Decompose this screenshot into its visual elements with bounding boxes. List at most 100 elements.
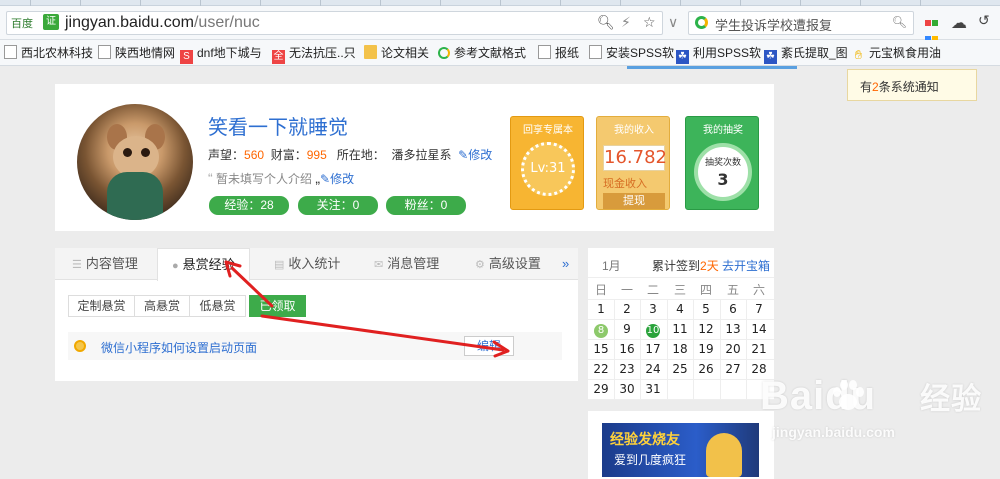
bookmark-folder[interactable]: 论文相关 <box>364 44 429 61</box>
calendar-day[interactable]: 12 <box>693 320 719 339</box>
edit-location-link[interactable]: ✎修改 <box>458 148 492 162</box>
search-input[interactable]: 学生投诉学校遭报复 <box>715 15 832 34</box>
following-pill[interactable]: 关注：0 <box>298 196 378 215</box>
sync-icon[interactable]: ↺ <box>978 13 990 29</box>
calendar-day[interactable]: 13 <box>720 320 746 339</box>
coin-icon: ● <box>172 260 179 272</box>
doc-icon: ▤ <box>274 259 285 271</box>
bookmark-item[interactable]: ☘ 紊氏提取_图 <box>764 44 848 64</box>
doc-icon <box>538 45 551 59</box>
income-card[interactable]: 我的收入 16.782 现金收入 提现 <box>596 116 670 210</box>
lightning-icon[interactable]: ⚡︎ <box>621 15 631 31</box>
bookmark-item[interactable]: 全无法抗压..只 <box>272 44 356 64</box>
bookmark-item[interactable]: Sdnf地下城与 <box>180 44 262 64</box>
calendar-day[interactable]: 30 <box>614 380 640 399</box>
calendar-day[interactable]: 21 <box>746 340 772 359</box>
bookmark-item[interactable]: ☘ 利用SPSS软 <box>676 44 761 64</box>
open-treasure-link[interactable]: 去开宝箱 <box>722 257 770 274</box>
calendar-day[interactable]: 26 <box>693 360 719 379</box>
username[interactable]: 笑看一下就睡觉 <box>208 111 348 140</box>
bookmark-item[interactable]: 参考文献格式 <box>438 44 526 61</box>
weekday-label: 六 <box>752 283 765 297</box>
weekday-label: 一 <box>620 283 633 297</box>
calendar-gridline <box>746 299 747 400</box>
calendar-day[interactable]: 20 <box>720 340 746 359</box>
subtab-high-reward[interactable]: 高悬赏 <box>134 295 190 317</box>
vip-card[interactable]: 回享专属本 Lv:31 <box>510 116 584 210</box>
chevron-down-icon[interactable]: ∨ <box>668 15 678 31</box>
bookmark-item[interactable]: 陕西地情网 <box>98 44 175 61</box>
calendar-day[interactable]: 27 <box>720 360 746 379</box>
calendar-day[interactable]: 7 <box>746 300 772 319</box>
calendar-month[interactable]: 1月 <box>602 257 621 274</box>
promo-image[interactable]: 经验发烧友 爱到几度疯狂 <box>602 423 759 477</box>
followers-pill[interactable]: 粉丝：0 <box>386 196 466 215</box>
calendar-day[interactable]: 11 <box>667 320 693 339</box>
calendar-day[interactable]: 9 <box>614 320 640 339</box>
weekday-label: 五 <box>726 283 739 297</box>
calendar-day[interactable]: 14 <box>746 320 772 339</box>
tab-content-management[interactable]: ☰ 内容管理 <box>72 248 138 280</box>
character-figure <box>706 433 742 477</box>
calendar-day[interactable]: 1 <box>588 300 614 319</box>
certificate-icon[interactable]: 证 <box>43 14 59 30</box>
calendar-day[interactable]: 4 <box>667 300 693 319</box>
withdraw-button[interactable]: 提现 <box>603 193 665 209</box>
calendar-day[interactable]: 31 <box>640 380 666 399</box>
calendar-day[interactable]: 5 <box>693 300 719 319</box>
more-tabs-button[interactable]: » <box>562 248 569 280</box>
search-box[interactable]: 学生投诉学校遭报复 🔍︎ <box>688 11 914 35</box>
calendar-day[interactable]: 29 <box>588 380 614 399</box>
tab-income-stats[interactable]: ▤ 收入统计 <box>274 248 340 280</box>
calendar-gridline <box>588 359 774 360</box>
address-bar[interactable]: 百度 证 jingyan.baidu.com/user/nuc 🔍︎ ⚡︎ ☆ <box>6 11 663 35</box>
experience-pill[interactable]: 经验：28 <box>209 196 289 215</box>
tab-reward-experience[interactable]: ● 悬赏经验 <box>157 248 250 281</box>
bookmark-item[interactable]: 西北农林科技 <box>4 44 93 61</box>
search-icon[interactable]: 🔍︎ <box>597 15 615 31</box>
calendar-day[interactable]: 22 <box>588 360 614 379</box>
promo-banner[interactable]: 经验发烧友 爱到几度疯狂 <box>588 411 774 479</box>
calendar-day[interactable]: 15 <box>588 340 614 359</box>
calendar-gridline <box>588 399 774 400</box>
bookmark-item[interactable]: ✋︎ 元宝枫食用油 <box>852 44 941 62</box>
subtab-low-reward[interactable]: 低悬赏 <box>189 295 246 317</box>
lottery-card[interactable]: 我的抽奖 抽奖次数 3 <box>685 116 759 210</box>
calendar-day[interactable]: 17 <box>640 340 666 359</box>
calendar-day[interactable]: 2 <box>614 300 640 319</box>
calendar-day[interactable]: 6 <box>720 300 746 319</box>
system-notice-popup[interactable]: 有2条系统通知 <box>847 69 977 101</box>
url-text[interactable]: jingyan.baidu.com/user/nuc <box>65 14 260 32</box>
signin-count: 累计签到2天 <box>652 259 719 273</box>
task-title-link[interactable]: 微信小程序如何设置启动页面 <box>101 339 257 356</box>
calendar-day[interactable]: 25 <box>667 360 693 379</box>
calendar-day[interactable]: 3 <box>640 300 666 319</box>
list-item: 微信小程序如何设置启动页面 编辑 <box>68 332 562 360</box>
calendar-day[interactable]: 16 <box>614 340 640 359</box>
star-icon[interactable]: ☆ <box>643 15 656 31</box>
calendar-day[interactable]: 19 <box>693 340 719 359</box>
calendar-day[interactable]: 23 <box>614 360 640 379</box>
cloud-icon[interactable]: ☁︎ <box>951 13 967 32</box>
search-button-icon[interactable]: 🔍︎ <box>892 15 907 29</box>
tab-bar: ☰ 内容管理 ● 悬赏经验 ▤ 收入统计 ✉ 消息管理 ⚙ 高级设置 » <box>55 248 578 281</box>
calendar-day[interactable]: 18 <box>667 340 693 359</box>
bookmark-item[interactable]: 报纸 <box>538 44 579 61</box>
lottery-count: 抽奖次数 3 <box>694 143 752 201</box>
subtab-custom-reward[interactable]: 定制悬赏 <box>68 295 135 317</box>
calendar-day[interactable]: 10 <box>640 320 666 339</box>
calendar-day[interactable]: 24 <box>640 360 666 379</box>
baidu-watermark: Baidu 经验 jingyan.baidu.com <box>760 374 983 440</box>
tab-message-management[interactable]: ✉ 消息管理 <box>374 248 439 280</box>
edit-intro-link[interactable]: ✎修改 <box>320 172 354 186</box>
profile-stats: 声望：560 财富：995 所在地： 潘多拉星系 ✎修改 <box>208 148 493 162</box>
mail-icon: ✉ <box>374 259 384 271</box>
edit-button[interactable]: 编辑 <box>464 336 514 356</box>
tab-advanced-settings[interactable]: ⚙ 高级设置 <box>475 248 541 280</box>
calendar-gridline <box>588 339 774 340</box>
calendar-day[interactable]: 8 <box>588 320 614 339</box>
avatar[interactable] <box>77 104 193 220</box>
subtab-claimed[interactable]: 已领取 <box>249 295 306 317</box>
calendar-gridline <box>614 299 615 400</box>
bookmark-item[interactable]: 安装SPSS软 <box>589 44 674 61</box>
